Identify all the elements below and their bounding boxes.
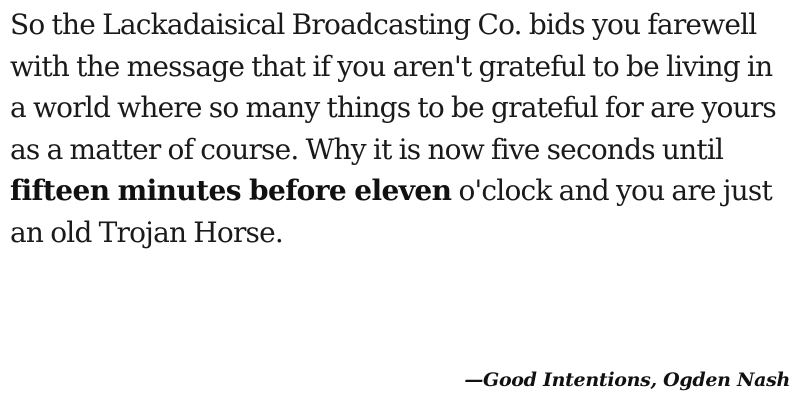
quote-text: So the Lackadaisical Broadcasting Co. bi… bbox=[10, 4, 794, 253]
quote-text-before: So the Lackadaisical Broadcasting Co. bi… bbox=[10, 8, 777, 166]
quote-emphasis: fifteen minutes before eleven bbox=[10, 174, 452, 207]
quote-attribution: —Good Intentions, Ogden Nash bbox=[464, 369, 790, 391]
